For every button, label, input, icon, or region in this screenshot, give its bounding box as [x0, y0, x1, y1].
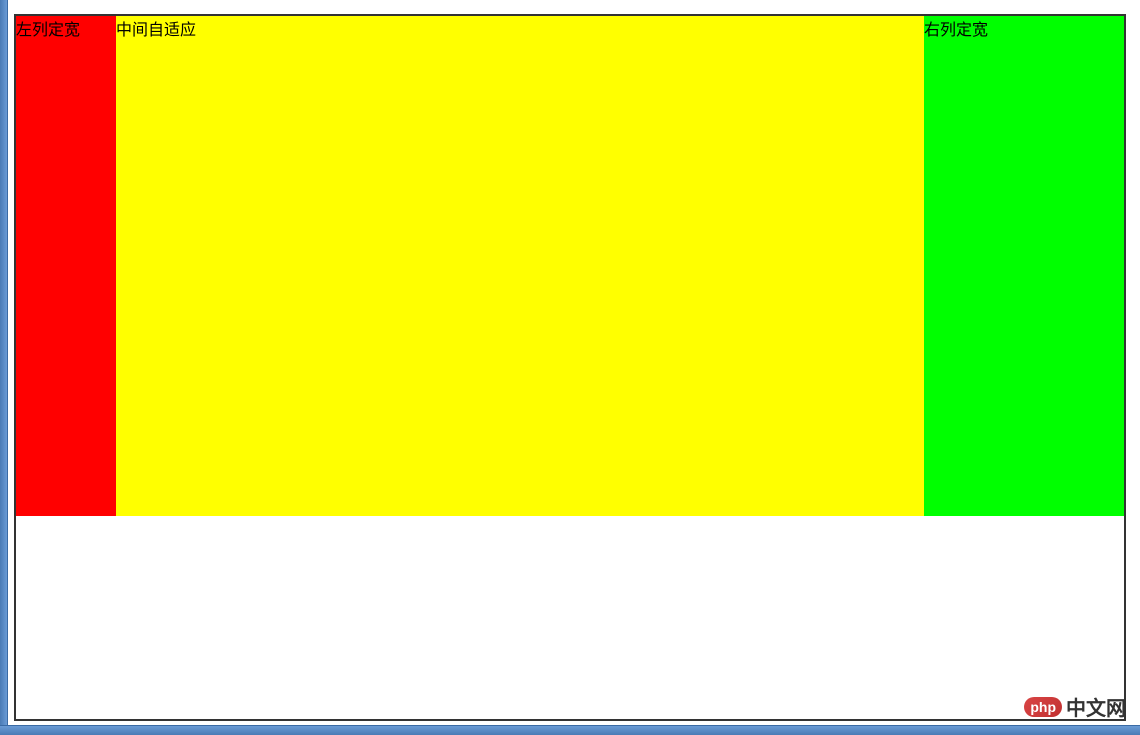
- right-column-label: 右列定宽: [924, 22, 988, 39]
- window-border-left: [0, 0, 8, 735]
- watermark: php 中文网: [1024, 692, 1126, 721]
- right-column: 右列定宽: [924, 16, 1124, 516]
- watermark-logo: php: [1024, 697, 1062, 717]
- watermark-text: 中文网: [1066, 692, 1126, 721]
- center-column-label: 中间自适应: [116, 22, 196, 39]
- three-column-layout: 左列定宽 中间自适应 右列定宽: [16, 16, 1124, 516]
- center-column: 中间自适应: [116, 16, 924, 516]
- left-column: 左列定宽: [16, 16, 116, 516]
- window-border-bottom: [0, 725, 1140, 735]
- left-column-label: 左列定宽: [16, 22, 80, 39]
- page-content: 左列定宽 中间自适应 右列定宽: [14, 14, 1126, 721]
